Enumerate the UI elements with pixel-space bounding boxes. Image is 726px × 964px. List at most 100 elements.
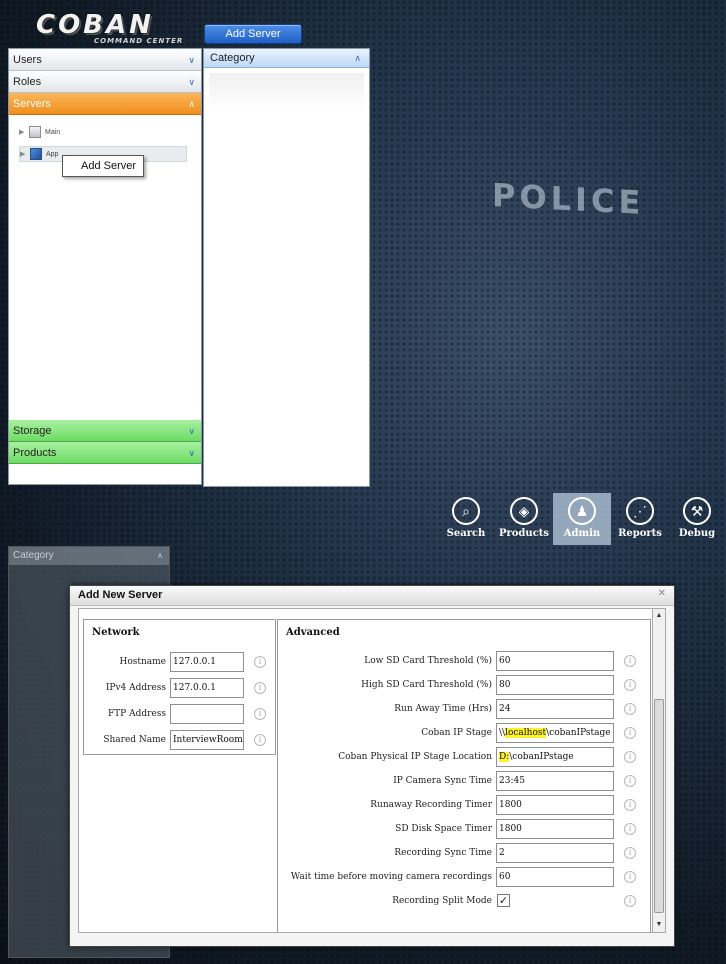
sidebar-section-users[interactable]: Users ∨ [9, 49, 201, 71]
chevron-up-icon: ∧ [188, 99, 195, 109]
info-icon[interactable]: i [254, 682, 266, 694]
expand-arrow-icon[interactable]: ▶ [19, 125, 29, 141]
field-label: IP Camera Sync Time [393, 776, 492, 786]
dialog-title: Add New Server [70, 586, 674, 606]
ip-stage-row: Coban IP Stage \\localhost\cobanIPstage … [278, 723, 652, 743]
network-server-icon [30, 148, 42, 161]
info-icon[interactable]: i [624, 727, 636, 739]
tree-item-main[interactable]: ▶ Main [19, 125, 60, 141]
search-icon: ⌕ [452, 497, 480, 525]
low-sd-row: Low SD Card Threshold (%) 60 i [278, 651, 652, 671]
info-icon[interactable]: i [624, 751, 636, 763]
info-icon[interactable]: i [624, 895, 636, 907]
run-away-row: Run Away Time (Hrs) 24 i [278, 699, 652, 719]
ipv4-field[interactable]: 127.0.0.1 [170, 678, 244, 698]
add-new-server-dialog: Add New Server ✕ Network Hostname 127.0.… [69, 585, 675, 947]
info-icon[interactable]: i [624, 679, 636, 691]
dialog-scrollbar[interactable]: ▲ ▼ [652, 608, 666, 933]
field-label: High SD Card Threshold (%) [361, 680, 492, 690]
coban-logo: COBAN COMMAND CENTER [14, 8, 204, 48]
info-icon[interactable]: i [254, 708, 266, 720]
nav-label: Products [498, 528, 550, 539]
info-icon[interactable]: i [254, 734, 266, 746]
horizontal-scroll-strip[interactable] [508, 932, 628, 933]
scroll-down-icon[interactable]: ▼ [653, 918, 665, 932]
category-header[interactable]: Category ∧ [204, 49, 369, 68]
ftp-address-field[interactable] [170, 704, 244, 724]
recording-split-mode-checkbox[interactable]: ✓ [497, 894, 510, 907]
user-icon: ♟ [568, 497, 596, 525]
nav-reports[interactable]: ⋰ Reports [611, 493, 669, 545]
nav-label: Reports [618, 528, 662, 539]
runaway-timer-row: Runaway Recording Timer 1800 i [278, 795, 652, 815]
sidebar-section-products[interactable]: Products ∨ [9, 442, 201, 464]
high-sd-row: High SD Card Threshold (%) 80 i [278, 675, 652, 695]
admin-sidebar: Users ∨ Roles ∨ Servers ∧ ▶ Main ▶ App Sto… [8, 48, 202, 485]
chevron-down-icon: ∨ [188, 426, 195, 436]
info-icon[interactable]: i [254, 656, 266, 668]
info-icon[interactable]: i [624, 823, 636, 835]
sd-disk-space-timer-field[interactable]: 1800 [496, 819, 614, 839]
sidebar-section-servers[interactable]: Servers ∧ [9, 93, 201, 115]
scrollbar-thumb[interactable] [654, 699, 664, 913]
add-server-button[interactable]: Add Server [204, 24, 302, 44]
nav-admin[interactable]: ♟ Admin [553, 493, 611, 545]
server-icon [29, 126, 41, 139]
nav-search[interactable]: ⌕ Search [437, 493, 495, 545]
expand-arrow-icon[interactable]: ▶ [20, 147, 30, 163]
run-away-time-field[interactable]: 24 [496, 699, 614, 719]
context-menu-add-server[interactable]: Add Server [62, 155, 144, 177]
info-icon[interactable]: i [624, 871, 636, 883]
wait-time-row: Wait time before moving camera recording… [278, 867, 652, 887]
value-suffix: \cobanIPstage [509, 752, 574, 762]
shared-name-field[interactable]: InterviewRoom [170, 730, 244, 750]
network-group: Network Hostname 127.0.0.1 i IPv4 Addres… [83, 619, 276, 755]
ftp-row: FTP Address i [84, 704, 277, 724]
split-mode-row: Recording Split Mode ✓ i [278, 891, 652, 911]
field-label: Wait time before moving camera recording… [290, 872, 492, 882]
category-header-dimmed[interactable]: Category ∧ [9, 547, 169, 565]
background-police-text: POLICE [492, 176, 645, 222]
info-icon[interactable]: i [624, 655, 636, 667]
field-label: IPv4 Address [105, 683, 166, 693]
field-label: Coban IP Stage [421, 728, 492, 738]
field-label: Shared Name [103, 735, 166, 745]
nav-label: Debug [678, 528, 716, 539]
ip-camera-sync-time-field[interactable]: 23:45 [496, 771, 614, 791]
wait-time-field[interactable]: 60 [496, 867, 614, 887]
chevron-up-icon: ∧ [354, 53, 361, 63]
field-label: Hostname [119, 657, 166, 667]
value-suffix: \cobanIPstage [546, 728, 611, 738]
nav-products[interactable]: ◈ Products [495, 493, 553, 545]
sidebar-section-label: Users [13, 54, 42, 66]
chevron-down-icon: ∨ [188, 77, 195, 87]
sidebar-section-roles[interactable]: Roles ∨ [9, 71, 201, 93]
info-icon[interactable]: i [624, 703, 636, 715]
physical-ip-stage-field[interactable]: D:\cobanIPstage [496, 747, 614, 767]
coban-ip-stage-field[interactable]: \\localhost\cobanIPstage [496, 723, 614, 743]
field-label: FTP Address [107, 709, 166, 719]
chevron-down-icon: ∨ [188, 55, 195, 65]
recording-sync-time-field[interactable]: 2 [496, 843, 614, 863]
wrench-icon: ⚒ [683, 497, 711, 525]
close-icon[interactable]: ✕ [658, 588, 666, 599]
sidebar-section-storage[interactable]: Storage ∨ [9, 420, 201, 442]
high-sd-threshold-field[interactable]: 80 [496, 675, 614, 695]
sidebar-section-label: Products [13, 447, 57, 459]
nav-debug[interactable]: ⚒ Debug [668, 493, 726, 545]
info-icon[interactable]: i [624, 799, 636, 811]
low-sd-threshold-field[interactable]: 60 [496, 651, 614, 671]
network-group-title: Network [92, 627, 140, 638]
tree-item-label: Main [45, 129, 61, 136]
info-icon[interactable]: i [624, 847, 636, 859]
chart-icon: ⋰ [626, 497, 654, 525]
nav-label: Search [446, 528, 486, 539]
hostname-field[interactable]: 127.0.0.1 [170, 652, 244, 672]
chevron-up-icon: ∧ [157, 551, 163, 560]
recording-sync-row: Recording Sync Time 2 i [278, 843, 652, 863]
info-icon[interactable]: i [624, 775, 636, 787]
runaway-recording-timer-field[interactable]: 1800 [496, 795, 614, 815]
field-label: Recording Split Mode [392, 896, 492, 906]
category-band [209, 73, 364, 111]
scroll-up-icon[interactable]: ▲ [653, 609, 665, 623]
